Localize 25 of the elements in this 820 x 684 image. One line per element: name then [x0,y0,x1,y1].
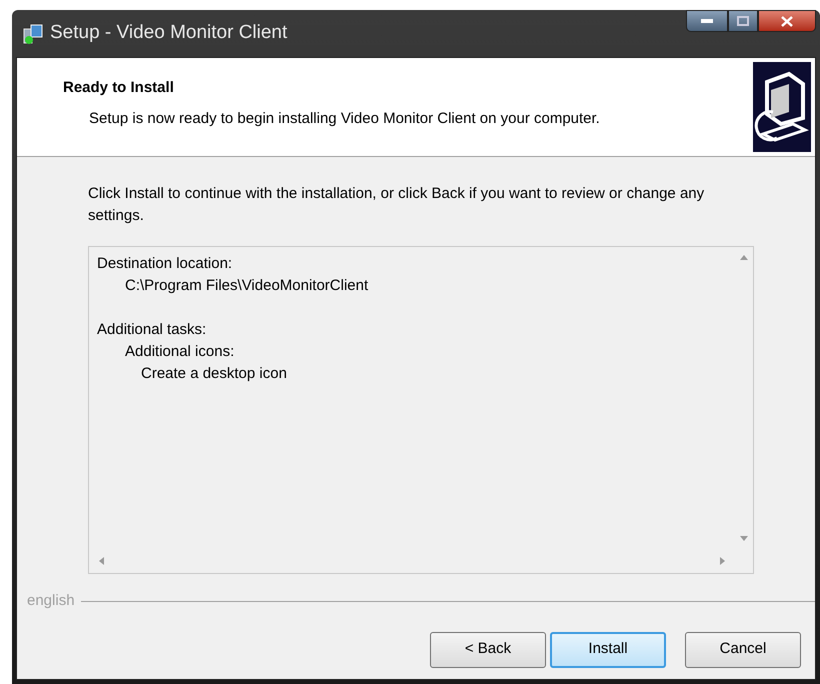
scroll-left-icon[interactable] [99,557,104,565]
computer-install-icon [753,62,811,152]
close-icon [781,16,793,26]
scroll-up-icon[interactable] [740,255,748,260]
dialog-button[interactable]: Install [550,632,666,668]
installer-icon [22,22,44,44]
instructions-text: Click Install to continue with the installation, or click Back if you want to review or change any settings. [88,184,706,226]
minimize-icon [701,19,713,23]
maximize-icon [737,16,749,26]
dialog-button[interactable]: Cancel [685,632,801,668]
summary-line: Additional tasks: [97,320,208,340]
scroll-right-icon[interactable] [720,557,725,565]
page-subtitle: Setup is now ready to begin installing Video Monitor Client on your computer. [89,108,600,128]
summary-line: Additional icons: [124,342,236,362]
minimize-button[interactable] [686,10,728,32]
dialog-button[interactable]: < Back [430,632,546,668]
window-title: Setup - Video Monitor Client [50,21,288,46]
language-label: english [27,591,75,611]
close-button[interactable] [758,10,816,32]
scroll-down-icon[interactable] [740,536,748,541]
maximize-button[interactable] [728,10,758,32]
summary-line: Create a desktop icon [140,364,288,384]
summary-line: C:\Program Files\VideoMonitorClient [124,276,370,296]
summary-line: Destination location: [97,254,234,274]
page-title: Ready to Install [63,78,175,98]
